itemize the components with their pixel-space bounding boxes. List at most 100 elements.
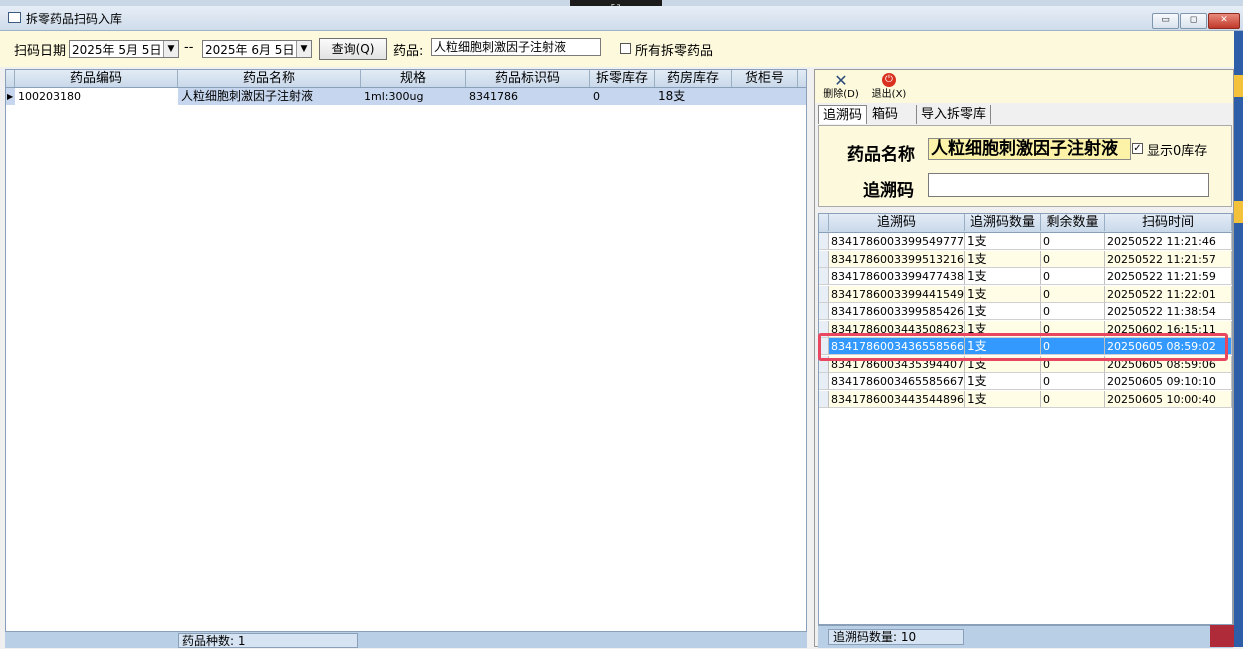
cell-remain-qty[interactable]: 0: [1041, 338, 1105, 355]
cell-trace-code[interactable]: 83417860033994415491: [829, 285, 965, 303]
col-drug-code[interactable]: 药品编码: [15, 70, 178, 87]
date-to-picker[interactable]: 2025年 6月 5日 ▼: [202, 40, 312, 58]
desktop-icon[interactable]: [1234, 75, 1243, 97]
row-indicator[interactable]: [819, 320, 829, 338]
drug-name-field[interactable]: 人粒细胞刺激因子注射液: [928, 138, 1131, 160]
cell-trace-code[interactable]: 83417860034353944073: [829, 355, 965, 373]
cell-scan-time[interactable]: 20250605 08:59:02: [1105, 338, 1232, 355]
cell-scan-time[interactable]: 20250522 11:21:46: [1105, 233, 1232, 250]
table-row[interactable]: 83417860034655856​67 1支 0 20250605 09:10:10: [819, 373, 1232, 390]
show-zero-checkbox[interactable]: ✓: [1132, 143, 1143, 154]
cell-trace-qty[interactable]: 1支: [965, 338, 1041, 355]
cell-trace-code[interactable]: 83417860033994774388: [829, 268, 965, 285]
table-row[interactable]: 83417860034435086237 1支 0 20250602 16:15:11: [819, 320, 1232, 338]
cell-remain-qty[interactable]: 0: [1041, 320, 1105, 338]
trace-grid[interactable]: 追溯码 追溯码数量 剩余数量 扫码时间 83417860033995497770…: [818, 213, 1233, 625]
cell-trace-code[interactable]: 83417860034435086237: [829, 320, 965, 338]
cell-trace-qty[interactable]: 1支: [965, 285, 1041, 303]
delete-button[interactable]: ✕ 删除(D): [821, 73, 861, 101]
col-cabinet[interactable]: 货柜号: [732, 70, 798, 87]
cell-remain-qty[interactable]: 0: [1041, 268, 1105, 285]
cell-trace-code[interactable]: 83417860033995854262: [829, 303, 965, 320]
cell-trace-qty[interactable]: 1支: [965, 233, 1041, 250]
table-row[interactable]: 83417860033995854262 1支 0 20250522 11:38:54: [819, 303, 1232, 320]
cell-spec[interactable]: 1ml:300ug: [361, 88, 466, 105]
cell-split-stock[interactable]: 0: [590, 88, 655, 105]
cell-trace-qty[interactable]: 1支: [965, 250, 1041, 268]
col-pharmacy-stock[interactable]: 药房库存: [655, 70, 732, 87]
col-drug-name[interactable]: 药品名称: [178, 70, 361, 87]
row-indicator[interactable]: [819, 233, 829, 250]
cell-trace-qty[interactable]: 1支: [965, 373, 1041, 390]
drug-grid[interactable]: 药品编码 药品名称 规格 药品标识码 拆零库存 药房库存 货柜号 ▶ 10020…: [5, 69, 807, 647]
table-row[interactable]: 83417860033994415491 1支 0 20250522 11:22:01: [819, 285, 1232, 303]
table-row[interactable]: 83417860034365585667 1支 0 20250605 08:59:02: [819, 338, 1232, 355]
cell-remain-qty[interactable]: 0: [1041, 285, 1105, 303]
maximize-button[interactable]: ◻: [1180, 13, 1207, 29]
drug-input[interactable]: 人粒细胞刺激因子注射液: [431, 38, 601, 56]
cell-remain-qty[interactable]: 0: [1041, 355, 1105, 373]
table-row[interactable]: 83417860033995497770 1支 0 20250522 11:21:46: [819, 233, 1232, 250]
table-row[interactable]: 83417860033995132166 1支 0 20250522 11:21:57: [819, 250, 1232, 268]
cell-trace-qty[interactable]: 1支: [965, 268, 1041, 285]
row-indicator[interactable]: [819, 268, 829, 285]
cell-remain-qty[interactable]: 0: [1041, 390, 1105, 408]
close-button[interactable]: ✕: [1208, 13, 1240, 29]
tab-import-split[interactable]: 导入拆零库: [916, 105, 992, 124]
chevron-down-icon[interactable]: ▼: [296, 41, 311, 57]
cell-drug-name[interactable]: 人粒细胞刺激因子注射液: [178, 88, 361, 105]
cell-id-code[interactable]: 8341786: [466, 88, 590, 105]
cell-trace-qty[interactable]: 1支: [965, 320, 1041, 338]
cell-scan-time[interactable]: 20250522 11:38:54: [1105, 303, 1232, 320]
col-spec[interactable]: 规格: [361, 70, 466, 87]
row-indicator[interactable]: [819, 285, 829, 303]
col-trace-code[interactable]: 追溯码: [829, 214, 965, 231]
tab-box-code[interactable]: 箱码: [868, 105, 902, 124]
cell-trace-code[interactable]: 83417860033995132166: [829, 250, 965, 268]
col-trace-qty[interactable]: 追溯码数量: [965, 214, 1041, 231]
cell-scan-time[interactable]: 20250522 11:21:57: [1105, 250, 1232, 268]
cell-trace-qty[interactable]: 1支: [965, 303, 1041, 320]
col-scan-time[interactable]: 扫码时间: [1105, 214, 1232, 231]
row-indicator[interactable]: [819, 303, 829, 320]
minimize-button[interactable]: ▭: [1152, 13, 1179, 29]
trace-code-input[interactable]: [928, 173, 1209, 197]
date-from-picker[interactable]: 2025年 5月 5日 ▼: [69, 40, 179, 58]
chevron-down-icon[interactable]: ▼: [163, 41, 178, 57]
desktop-icon[interactable]: [1234, 201, 1243, 223]
row-indicator[interactable]: [819, 355, 829, 373]
row-indicator[interactable]: [819, 250, 829, 268]
cell-cabinet[interactable]: [732, 88, 798, 105]
cell-remain-qty[interactable]: 0: [1041, 233, 1105, 250]
cell-trace-qty[interactable]: 1支: [965, 390, 1041, 408]
flag-icon[interactable]: [1210, 625, 1234, 647]
col-remain-qty[interactable]: 剩余数量: [1041, 214, 1105, 231]
cell-remain-qty[interactable]: 0: [1041, 303, 1105, 320]
row-indicator[interactable]: [819, 390, 829, 408]
all-split-checkbox[interactable]: [620, 43, 631, 54]
cell-trace-code[interactable]: 83417860034365585667: [829, 338, 965, 355]
cell-scan-time[interactable]: 20250605 08:59:06: [1105, 355, 1232, 373]
table-row[interactable]: 83417860034353944073 1支 0 20250605 08:59:06: [819, 355, 1232, 373]
col-id-code[interactable]: 药品标识码: [466, 70, 590, 87]
cell-scan-time[interactable]: 20250522 11:22:01: [1105, 285, 1232, 303]
col-split-stock[interactable]: 拆零库存: [590, 70, 655, 87]
cell-drug-code[interactable]: 100203180: [15, 88, 178, 105]
tab-trace-code[interactable]: 追溯码: [818, 105, 868, 124]
cell-remain-qty[interactable]: 0: [1041, 373, 1105, 390]
cell-trace-qty[interactable]: 1支: [965, 355, 1041, 373]
exit-button[interactable]: ⏻ 退出(X): [869, 73, 909, 100]
cell-pharmacy-stock[interactable]: 18支: [655, 88, 732, 105]
cell-scan-time[interactable]: 20250605 09:10:10: [1105, 373, 1232, 390]
cell-trace-code[interactable]: 83417860034655856​67: [829, 373, 965, 390]
table-row[interactable]: 83417860034435448968 1支 0 20250605 10:00:40: [819, 390, 1232, 408]
table-row[interactable]: ▶ 100203180 人粒细胞刺激因子注射液 1ml:300ug 834178…: [6, 88, 806, 105]
cell-scan-time[interactable]: 20250522 11:21:59: [1105, 268, 1232, 285]
row-indicator[interactable]: [819, 373, 829, 390]
cell-scan-time[interactable]: 20250605 10:00:40: [1105, 390, 1232, 408]
cell-trace-code[interactable]: 83417860033995497770: [829, 233, 965, 250]
row-indicator[interactable]: [819, 338, 829, 355]
cell-scan-time[interactable]: 20250602 16:15:11: [1105, 320, 1232, 338]
table-row[interactable]: 83417860033994774388 1支 0 20250522 11:21:59: [819, 268, 1232, 285]
cell-trace-code[interactable]: 83417860034435448968: [829, 390, 965, 408]
